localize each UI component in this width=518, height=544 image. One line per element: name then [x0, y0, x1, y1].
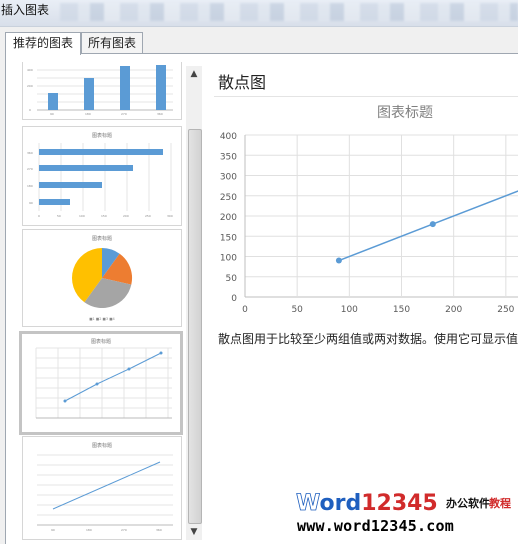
svg-text:200: 200: [27, 84, 33, 88]
svg-text:180: 180: [27, 184, 33, 188]
tab-recommended-charts[interactable]: 推荐的图表: [5, 32, 81, 55]
svg-text:0: 0: [29, 108, 31, 112]
scatter-chart-thumbnail-graphic: 图表标题: [35, 338, 172, 419]
thumbnail-scatter-chart[interactable]: 图表标题: [19, 331, 183, 435]
svg-text:360: 360: [27, 151, 33, 155]
thumbnail-pie-title: 图表标题: [92, 235, 112, 242]
svg-text:200: 200: [123, 214, 129, 218]
watermark-logo: Word12345 办公软件 教程: [296, 491, 511, 515]
y-tick-label: 100: [220, 254, 237, 264]
column-chart-thumbnail-graphic: 400 200 0 90 180 270 360: [27, 65, 173, 116]
chart-preview: 图表标题 0 50 100 150 200 250 300 350 400 0 50 100 150 20…: [216, 98, 518, 318]
thumbnail-pie-chart[interactable]: 图表标题 ■1 ■2 ■3 ■4: [22, 229, 182, 327]
x-tick-label: 200: [445, 305, 462, 315]
scatter-series-line: [338, 190, 518, 262]
chart-title: 图表标题: [377, 105, 433, 121]
pie-chart-thumbnail-graphic: 图表标题 ■1 ■2 ■3 ■4: [71, 235, 133, 321]
y-tick-label: 200: [220, 213, 237, 223]
svg-text:270: 270: [121, 528, 127, 532]
y-tick-label: 0: [231, 294, 237, 304]
line-chart-thumbnail-graphic: 图表标题 90 180 270 360: [37, 442, 173, 532]
svg-text:360: 360: [157, 112, 163, 116]
thumbnail-column-chart[interactable]: 400 200 0 90 180 270 360: [22, 62, 182, 120]
watermark-word-w: W: [296, 491, 320, 515]
thumbnail-bar-chart[interactable]: 图表标题 360 270 180 90 0 50 100 150 200 250 300: [22, 126, 182, 226]
bar-chart-thumbnail-graphic: 图表标题 360 270 180 90 0 50 100 150 200 250 300: [27, 132, 173, 218]
y-tick-label: 350: [220, 152, 237, 162]
svg-text:360: 360: [156, 528, 162, 532]
x-tick-label: 100: [341, 305, 358, 315]
scrollbar-thumb[interactable]: [188, 129, 202, 524]
watermark-word: Word12345: [296, 491, 438, 515]
svg-text:90: 90: [50, 112, 54, 116]
x-tick-label: 0: [242, 305, 248, 315]
thumbnail-line-chart[interactable]: 图表标题 90 180 270 360: [22, 436, 182, 540]
svg-text:100: 100: [79, 214, 85, 218]
dialog-title: 插入图表: [1, 3, 50, 17]
svg-text:270: 270: [27, 167, 33, 171]
thumbnail-line-title: 图表标题: [92, 442, 112, 449]
svg-text:0: 0: [38, 214, 40, 218]
blurred-background: [60, 3, 518, 21]
svg-text:180: 180: [85, 112, 91, 116]
x-tick-label: 150: [393, 305, 410, 315]
y-tick-label: 300: [220, 173, 237, 183]
thumbnail-pie-legend: ■1 ■2 ■3 ■4: [89, 317, 115, 321]
dialog-title-bar: 插入图表: [0, 0, 518, 27]
y-tick-label: 150: [220, 233, 237, 243]
x-tick-label: 50: [291, 305, 303, 315]
svg-text:180: 180: [86, 528, 92, 532]
svg-text:90: 90: [51, 528, 55, 532]
scroll-down-icon[interactable]: ▼: [186, 524, 202, 540]
y-tick-label: 250: [220, 193, 237, 203]
watermark-url: www.word12345.com: [297, 517, 454, 535]
chart-type-heading: 散点图: [218, 73, 267, 92]
svg-text:90: 90: [29, 201, 33, 205]
x-tick-label: 250: [497, 305, 514, 315]
thumbnail-bar-title: 图表标题: [92, 132, 112, 139]
watermark-digits: 12345: [361, 491, 438, 515]
scatter-point: [429, 221, 436, 228]
svg-text:300: 300: [167, 214, 173, 218]
scatter-chart-preview: 图表标题 0 50 100 150 200 250 300 350 400 0 50 100 150 20…: [220, 105, 518, 315]
y-tick-label: 400: [220, 132, 237, 142]
watermark-tagline-2: 教程: [488, 496, 511, 510]
scroll-up-icon[interactable]: ▲: [186, 66, 202, 82]
chart-description: 散点图用于比较至少两组值或两对数据。使用它可显示值: [218, 332, 518, 346]
tab-all-charts[interactable]: 所有图表: [81, 32, 143, 54]
chart-thumbnail-list: 400 200 0 90 180 270 360 图表标题 360 270 180 90: [18, 62, 184, 540]
svg-text:250: 250: [145, 214, 151, 218]
svg-text:400: 400: [27, 68, 33, 72]
thumbnail-scatter-title: 图表标题: [91, 338, 111, 345]
svg-text:270: 270: [121, 112, 127, 116]
svg-text:150: 150: [101, 214, 107, 218]
svg-text:50: 50: [57, 214, 61, 218]
watermark-word-rest: ord: [319, 491, 361, 515]
y-tick-label: 50: [226, 274, 238, 284]
thumbnail-scrollbar[interactable]: ▲ ▼: [186, 66, 202, 540]
watermark-tagline-1: 办公软件: [446, 496, 490, 510]
scatter-point: [335, 257, 342, 264]
heading-divider: [214, 96, 518, 97]
